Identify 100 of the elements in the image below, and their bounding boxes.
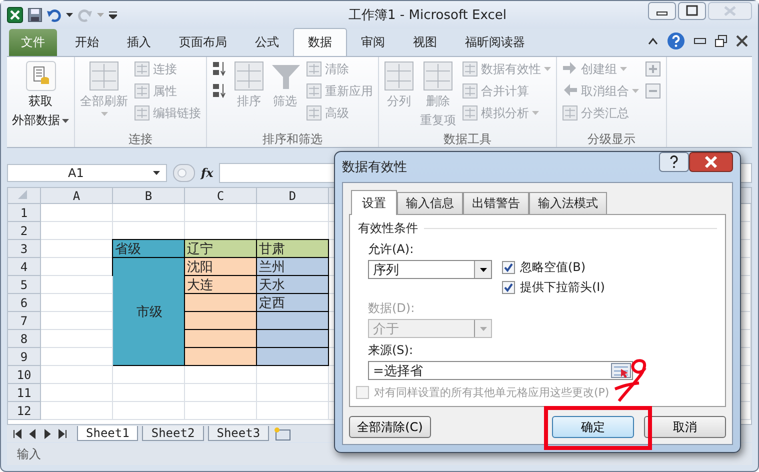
table-cell — [41, 204, 113, 222]
field-label: 允许(A): — [368, 241, 415, 258]
dialog-button[interactable]: 取消 — [644, 416, 726, 438]
dialog-button[interactable]: 确定 — [552, 416, 634, 438]
dropdown[interactable]: 序列 — [368, 260, 492, 279]
column-header[interactable]: D — [257, 188, 329, 204]
ribbon-tab[interactable]: 公式 — [241, 29, 293, 56]
group-label: 分级显示 — [588, 130, 636, 148]
dialog-tab[interactable]: 输入信息 — [397, 192, 463, 214]
last-sheet-icon[interactable] — [58, 428, 67, 438]
ribbon-tab[interactable]: 文件 — [9, 29, 57, 56]
arrow-right-icon — [562, 61, 578, 77]
table-cell: 辽宁 — [184, 239, 257, 258]
field-label: 数据(D): — [368, 300, 416, 317]
sheet-tab[interactable]: Sheet1 — [77, 426, 138, 441]
row-header[interactable]: 4 — [8, 258, 41, 276]
minimize-icon[interactable] — [648, 2, 676, 20]
checkbox[interactable] — [502, 281, 515, 294]
group-label: 排序和筛选 — [262, 130, 322, 148]
help-icon[interactable] — [659, 152, 689, 172]
group-label: 连接 — [128, 130, 152, 148]
column-header[interactable]: B — [113, 188, 185, 204]
ribbon-tab[interactable]: 视图 — [399, 29, 451, 56]
table-cell — [113, 366, 185, 384]
ribbon-tab[interactable]: 页面布局 — [165, 29, 241, 56]
maximize-icon[interactable] — [678, 2, 706, 20]
caret-icon — [153, 171, 160, 175]
checkbox-label[interactable]: 忽略空值(B) — [520, 259, 586, 276]
table-cell — [41, 384, 113, 402]
minimize-icon[interactable] — [694, 38, 706, 44]
row-header[interactable]: 3 — [8, 240, 41, 258]
spreadsheet-icon[interactable] — [7, 7, 23, 23]
sheet-tab[interactable]: Sheet3 — [208, 426, 270, 441]
previous-sheet-icon[interactable] — [28, 428, 37, 438]
undo-icon[interactable] — [47, 8, 61, 22]
ribbon-tab[interactable]: 插入 — [113, 29, 165, 56]
ribbon-tab[interactable]: 开始 — [61, 29, 113, 56]
sort-ascending-icon[interactable] — [212, 61, 228, 77]
table-cell — [41, 222, 113, 240]
dialog-tab[interactable]: 设置 — [351, 190, 397, 215]
row-header[interactable]: 8 — [8, 330, 41, 348]
checkbox[interactable] — [502, 261, 515, 274]
name-box[interactable]: A1 — [7, 164, 167, 182]
row-header[interactable]: 6 — [8, 294, 41, 312]
customize-icon[interactable] — [109, 11, 117, 19]
database-icon — [26, 61, 56, 91]
table-cell: 省级 — [112, 239, 185, 258]
table-cell — [41, 312, 113, 330]
next-sheet-icon[interactable] — [43, 428, 52, 438]
caret-icon — [480, 326, 486, 330]
close-icon[interactable] — [689, 152, 733, 172]
column-header[interactable]: A — [41, 188, 113, 204]
sort-descending-icon[interactable] — [212, 83, 228, 99]
function-label[interactable]: fx — [201, 166, 214, 180]
ribbon-tab[interactable]: 福昕阅读器 — [451, 29, 539, 56]
new-sheet-icon[interactable] — [273, 426, 292, 440]
close-icon[interactable] — [736, 35, 748, 47]
collapse-ribbon-icon[interactable] — [648, 37, 658, 45]
caret-icon — [480, 268, 486, 272]
restore-icon[interactable] — [715, 35, 727, 47]
row-header[interactable]: 7 — [8, 312, 41, 330]
caret-icon — [97, 13, 104, 17]
table-cell — [41, 402, 113, 420]
sheet-tab[interactable]: Sheet2 — [142, 426, 204, 441]
button-label[interactable]: 外部数据 — [12, 112, 60, 129]
table-cell: 大连 — [184, 275, 257, 294]
row-header[interactable]: 1 — [8, 204, 41, 222]
row-header[interactable]: 2 — [8, 222, 41, 240]
table-cell — [185, 366, 257, 384]
scribble-mark — [613, 359, 649, 403]
table-cell: 沈阳 — [184, 257, 257, 276]
row-header[interactable]: 12 — [8, 402, 41, 420]
first-sheet-icon[interactable] — [13, 428, 22, 438]
window-title: 工作簿1 - Microsoft Excel — [348, 7, 508, 24]
checkbox-label[interactable]: 提供下拉箭头(I) — [520, 279, 605, 296]
button-label[interactable]: 获取 — [28, 93, 52, 110]
dialog-tab[interactable]: 出错警告 — [463, 192, 529, 214]
ribbon-tab[interactable]: 数据 — [293, 28, 347, 56]
dialog-tab[interactable]: 输入法模式 — [529, 192, 607, 214]
source-field[interactable]: =选择省 — [368, 361, 633, 380]
table-cell — [113, 384, 185, 402]
triangle-icon — [18, 190, 27, 198]
table-cell: 甘肃 — [256, 239, 329, 258]
row-header[interactable]: 9 — [8, 348, 41, 366]
ribbon-tab[interactable]: 审阅 — [347, 29, 399, 56]
dialog-button[interactable]: 全部清除(C) — [349, 416, 431, 438]
range-select-icon[interactable] — [611, 363, 631, 378]
table-cell — [41, 294, 113, 312]
row-header[interactable]: 11 — [8, 384, 41, 402]
row-header[interactable]: 5 — [8, 276, 41, 294]
table-cell: 市级 — [112, 257, 185, 366]
table-cell — [185, 402, 257, 420]
table-cell — [41, 366, 113, 384]
row-header[interactable]: 10 — [8, 366, 41, 384]
column-header[interactable]: C — [185, 188, 257, 204]
table-cell — [41, 330, 113, 348]
table-cell: 天水 — [256, 275, 329, 294]
table-cell: 定西 — [256, 293, 329, 312]
caret-icon — [66, 13, 73, 17]
save-icon[interactable] — [28, 8, 42, 22]
